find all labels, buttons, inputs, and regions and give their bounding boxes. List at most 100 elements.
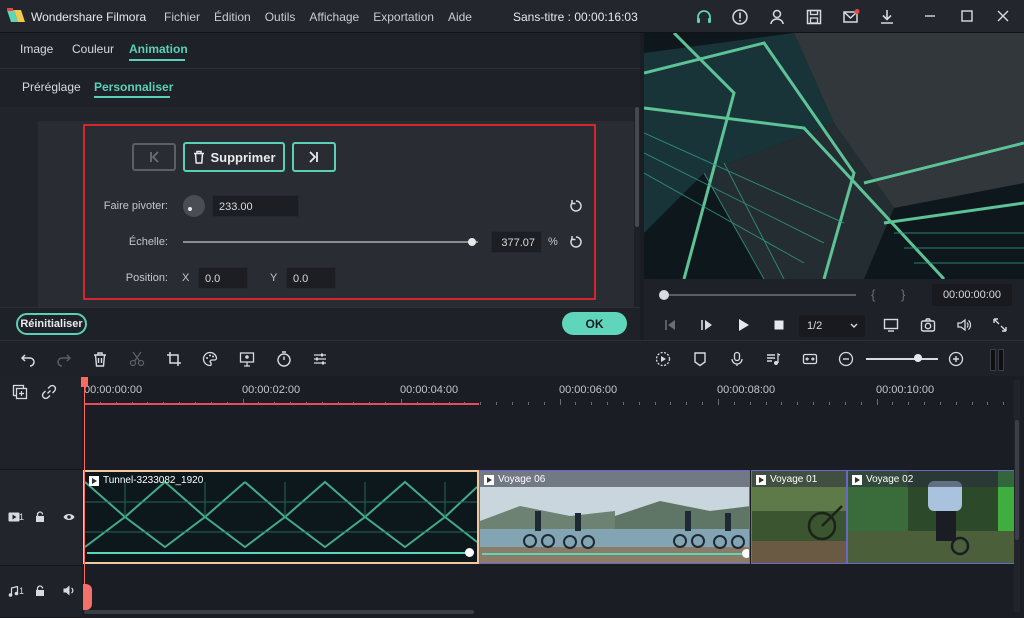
- timeline-scroll-thumb[interactable]: [1015, 420, 1019, 540]
- next-keyframe-button[interactable]: [292, 142, 336, 172]
- snapshot-icon[interactable]: [920, 317, 936, 333]
- delete-icon[interactable]: [92, 351, 108, 367]
- ok-button[interactable]: OK: [562, 312, 627, 335]
- timeline-pause-icon[interactable]: [990, 349, 1004, 371]
- video-track-lock-icon[interactable]: [35, 511, 45, 523]
- preview-frame: [644, 33, 1024, 279]
- render-preview-icon[interactable]: [655, 351, 671, 367]
- play-icon[interactable]: [735, 317, 751, 333]
- add-track-icon[interactable]: [12, 384, 28, 400]
- reset-rotate-icon[interactable]: [569, 199, 583, 213]
- account-icon[interactable]: [768, 8, 786, 26]
- playhead[interactable]: [84, 386, 85, 586]
- link-icon[interactable]: [41, 384, 57, 400]
- minimize-icon[interactable]: [920, 6, 940, 26]
- timeline-ruler[interactable]: 00:00:00:00 00:00:02:00 00:00:04:00 00:0…: [82, 376, 1021, 406]
- snap-icon[interactable]: [802, 351, 818, 367]
- cut-icon[interactable]: [129, 351, 145, 367]
- ruler-label: 00:00:08:00: [717, 384, 776, 396]
- tab-preset[interactable]: Préréglage: [22, 80, 81, 94]
- scale-input[interactable]: 377.07: [491, 231, 542, 253]
- ruler-tick: [876, 399, 878, 405]
- ruler-tick: [860, 402, 862, 405]
- menu-affichage[interactable]: Affichage: [309, 10, 359, 24]
- save-icon[interactable]: [805, 8, 823, 26]
- menu-exportation[interactable]: Exportation: [373, 10, 434, 24]
- color-palette-icon[interactable]: [202, 351, 218, 367]
- timeline-zoom-slider[interactable]: [866, 358, 938, 360]
- mail-icon[interactable]: [842, 8, 860, 26]
- menu-fichier[interactable]: Fichier: [164, 10, 200, 24]
- video-preview[interactable]: [644, 33, 1024, 279]
- menu-outils[interactable]: Outils: [265, 10, 296, 24]
- mark-in-button[interactable]: {: [871, 287, 875, 302]
- reset-button[interactable]: Réinitialiser: [16, 313, 87, 335]
- download-icon[interactable]: [878, 8, 896, 26]
- menu-edition[interactable]: Édition: [214, 10, 251, 24]
- tab-animation[interactable]: Animation: [129, 42, 188, 56]
- delete-keyframe-button[interactable]: Supprimer: [183, 142, 285, 172]
- panel-scroll-thumb[interactable]: [635, 107, 639, 227]
- ruler-tick: [702, 402, 704, 405]
- voiceover-icon[interactable]: [729, 351, 745, 367]
- ruler-tick: [686, 402, 688, 405]
- tab-couleur[interactable]: Couleur: [72, 42, 114, 56]
- clip-voyage-06[interactable]: Voyage 06: [479, 470, 750, 564]
- step-back-icon[interactable]: [662, 317, 678, 333]
- green-screen-icon[interactable]: [239, 351, 255, 367]
- keyframe-dot[interactable]: [742, 549, 749, 558]
- maximize-icon[interactable]: [957, 6, 977, 26]
- audio-mixer-icon[interactable]: [765, 351, 781, 367]
- ruler-tick: [781, 402, 783, 405]
- tab-image[interactable]: Image: [20, 42, 53, 56]
- video-track-visibility-icon[interactable]: [63, 512, 75, 522]
- display-icon[interactable]: [883, 317, 899, 333]
- timeline-header: [0, 376, 82, 470]
- tab-personnaliser[interactable]: Personnaliser: [94, 80, 173, 94]
- scale-slider-track[interactable]: [183, 241, 478, 243]
- reset-scale-icon[interactable]: [569, 235, 583, 249]
- zoom-in-icon[interactable]: [948, 351, 964, 367]
- playback-thumb[interactable]: [659, 290, 669, 300]
- marker-icon[interactable]: [692, 351, 708, 367]
- mark-out-button[interactable]: }: [901, 287, 905, 302]
- close-icon[interactable]: [993, 6, 1013, 26]
- tab-personnaliser-underline: [94, 96, 170, 98]
- position-x-input[interactable]: 0.0: [198, 267, 248, 289]
- clip-voyage-02[interactable]: Voyage 02: [847, 470, 1020, 564]
- timeline-horizontal-scrollbar[interactable]: [84, 610, 474, 614]
- fullscreen-icon[interactable]: [992, 317, 1008, 333]
- clip-tunnel[interactable]: Tunnel-3233082_1920: [83, 470, 479, 564]
- info-icon[interactable]: [731, 8, 749, 26]
- position-y-input[interactable]: 0.0: [286, 267, 336, 289]
- timeline-vertical-scrollbar[interactable]: [1014, 380, 1020, 612]
- audio-track-volume-icon[interactable]: [63, 585, 75, 596]
- clip-video-icon: [756, 474, 766, 485]
- audio-track-lock-icon[interactable]: [35, 585, 45, 597]
- rotate-dial[interactable]: [183, 195, 205, 217]
- preview-quality-select[interactable]: 1/2: [799, 315, 865, 337]
- volume-icon[interactable]: [956, 317, 972, 333]
- step-forward-icon[interactable]: [698, 317, 714, 333]
- clip-voyage-01[interactable]: Voyage 01: [751, 470, 847, 564]
- duration-icon[interactable]: [276, 351, 292, 367]
- player-controls: 1/2: [644, 311, 1024, 340]
- headset-icon[interactable]: [695, 8, 713, 26]
- playback-timecode: 00:00:00:00: [932, 284, 1012, 306]
- zoom-out-icon[interactable]: [838, 351, 854, 367]
- crop-icon[interactable]: [166, 351, 182, 367]
- timeline-zoom-thumb[interactable]: [914, 354, 922, 362]
- audio-adjust-icon[interactable]: [312, 351, 328, 367]
- work-area-range[interactable]: [84, 403, 479, 405]
- audio-clip-marker[interactable]: [83, 584, 92, 610]
- playback-track[interactable]: [660, 294, 856, 296]
- keyframe-dot[interactable]: [465, 548, 474, 557]
- menu-aide[interactable]: Aide: [448, 10, 472, 24]
- panel-scrollbar[interactable]: [634, 107, 640, 307]
- previous-keyframe-button[interactable]: [132, 143, 176, 171]
- ruler-tick: [955, 402, 957, 405]
- redo-icon[interactable]: [56, 351, 72, 367]
- stop-icon[interactable]: [771, 317, 787, 333]
- rotate-input[interactable]: 233.00: [212, 195, 299, 217]
- undo-icon[interactable]: [20, 351, 36, 367]
